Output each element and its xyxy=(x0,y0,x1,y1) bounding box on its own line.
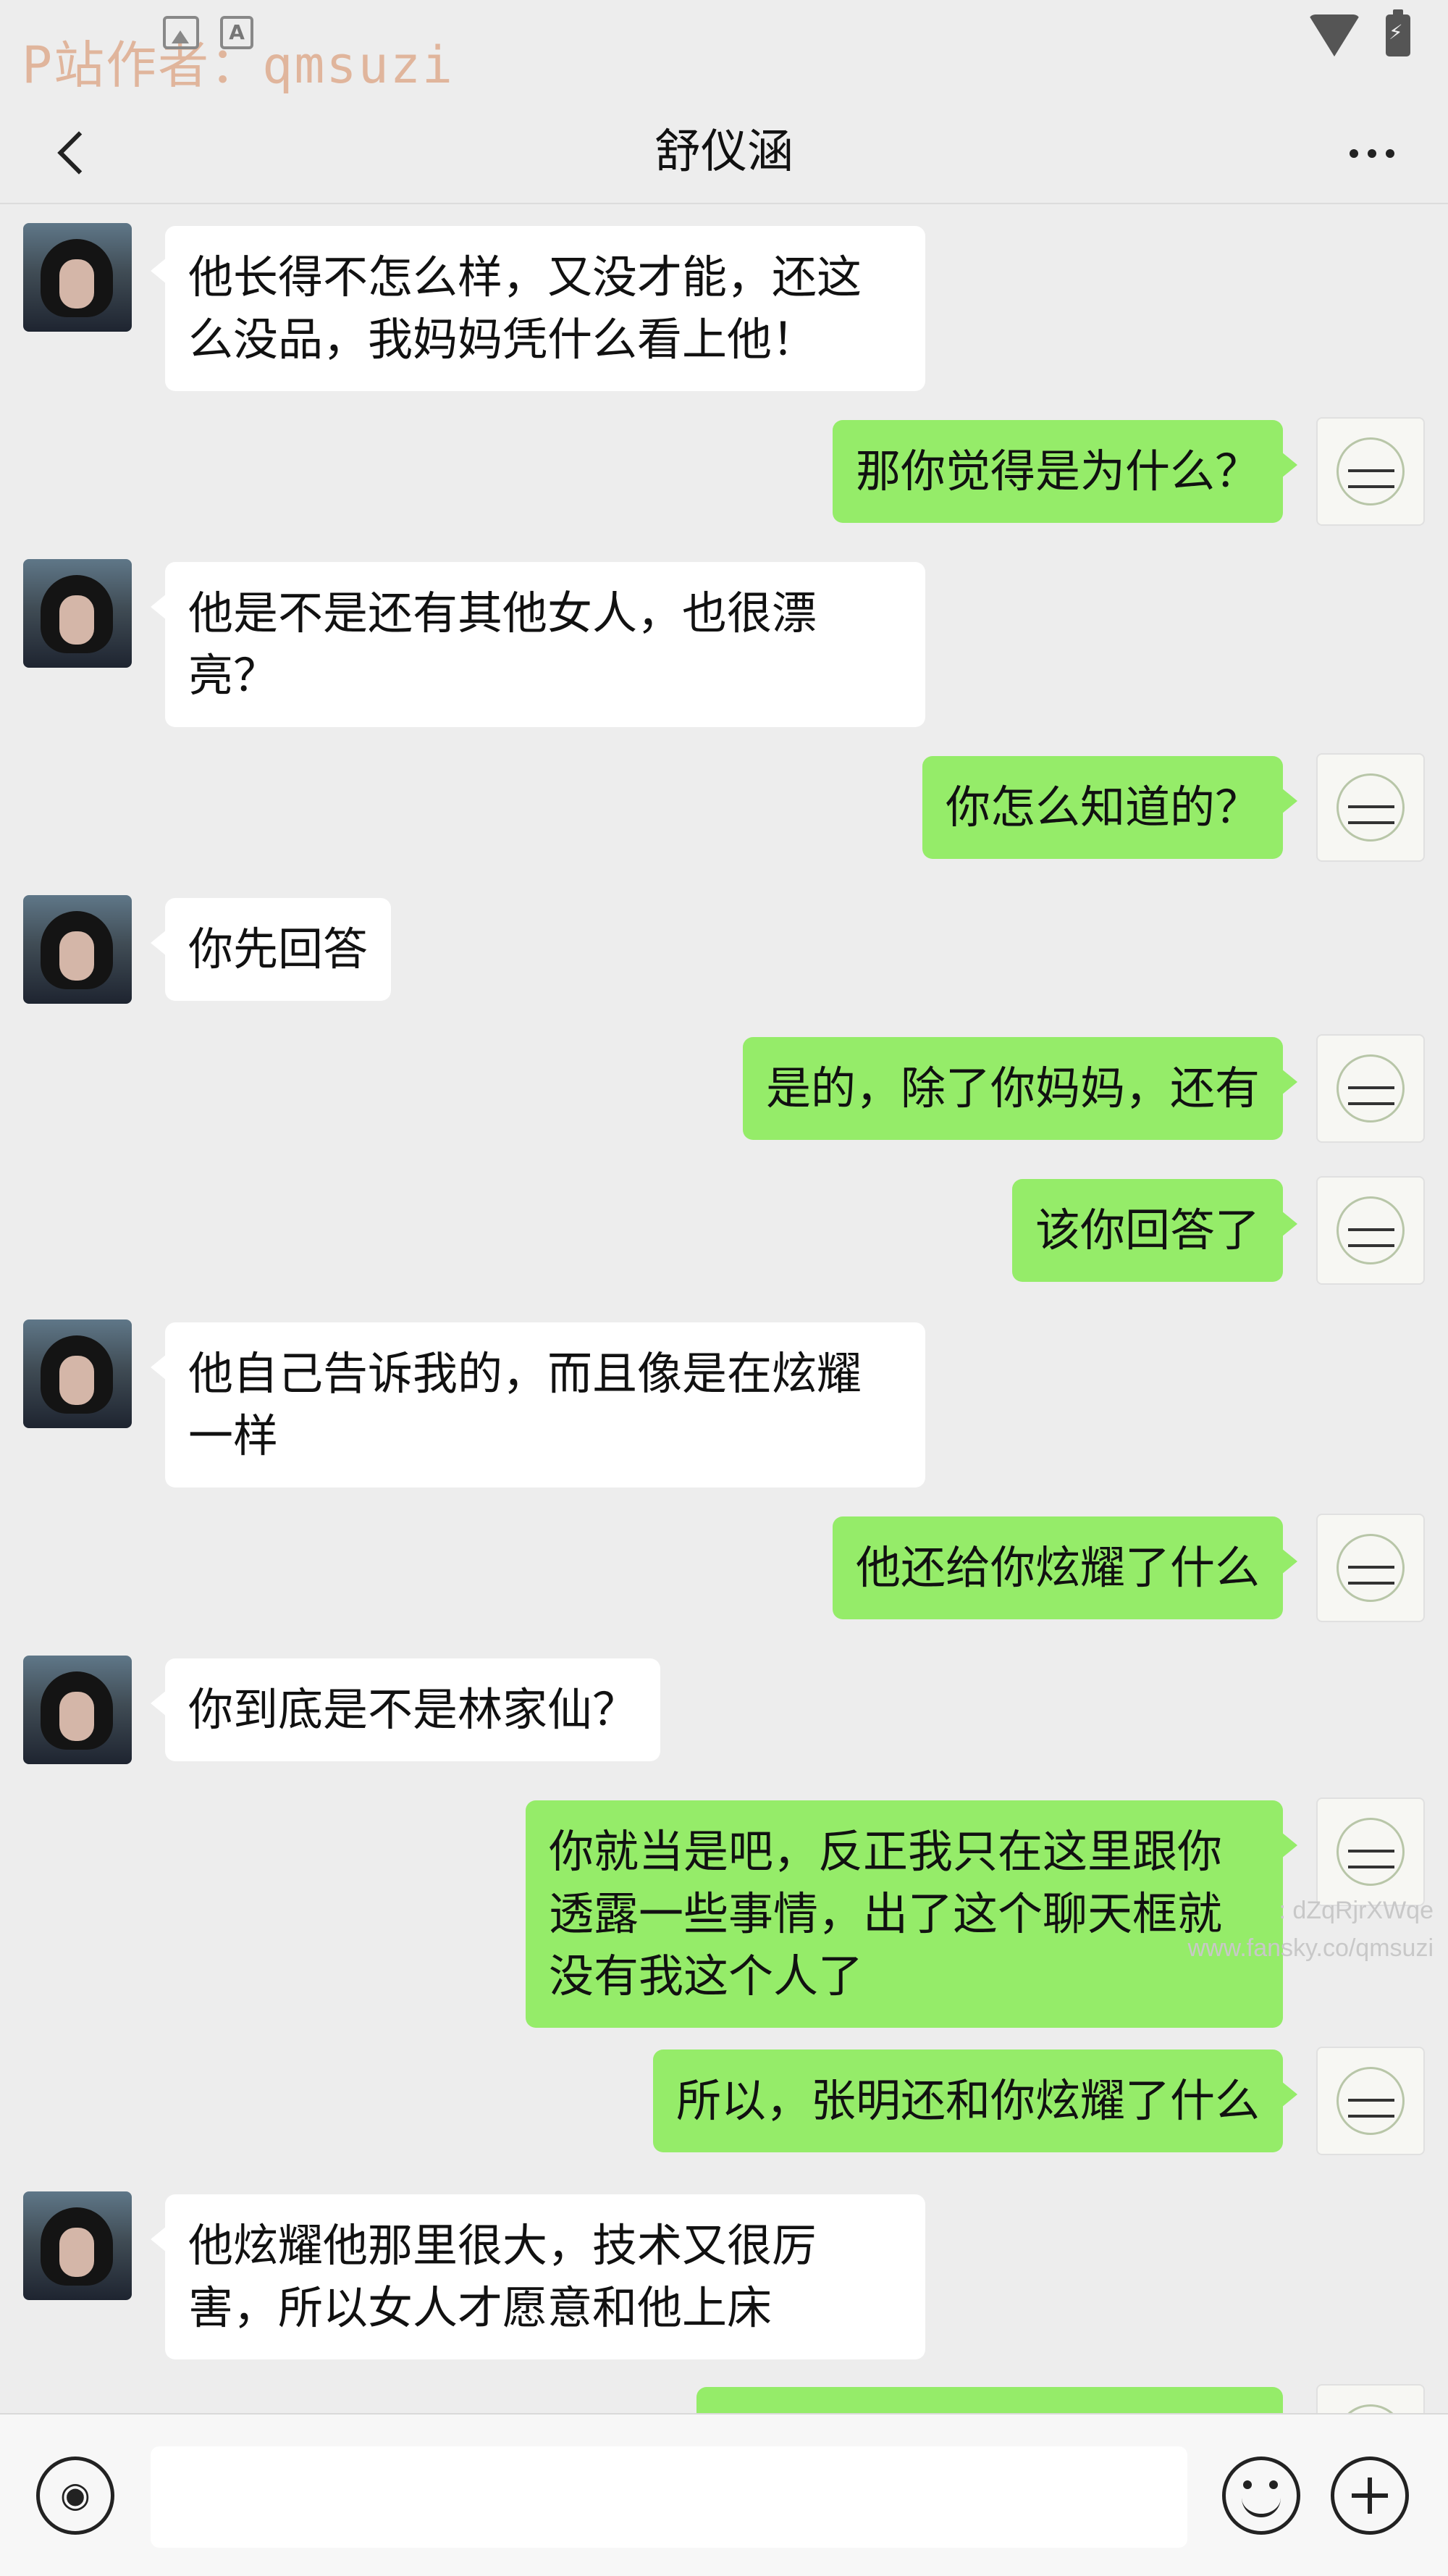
my-avatar[interactable] xyxy=(1316,2384,1425,2413)
my-avatar[interactable] xyxy=(1316,753,1425,862)
battery-charging-icon xyxy=(1386,9,1410,56)
notification-icons: A xyxy=(163,16,254,49)
message-bubble[interactable]: 你到底是不是林家仙？ xyxy=(150,1658,661,1761)
watermark-line: www.fansky.co/qmsuzi xyxy=(1187,1934,1434,1962)
message-input[interactable] xyxy=(151,2446,1187,2548)
chevron-left-icon[interactable] xyxy=(51,116,109,188)
contact-avatar[interactable] xyxy=(23,223,132,332)
message-bubble[interactable]: 他长得不怎么样，又没才能，还这么没品，我妈妈凭什么看上他！ xyxy=(151,226,925,391)
voice-icon[interactable]: ◉ xyxy=(36,2457,114,2535)
my-avatar[interactable] xyxy=(1316,1514,1425,1622)
contact-avatar[interactable] xyxy=(23,1656,132,1764)
system-icons xyxy=(1308,9,1410,56)
message-bubble[interactable]: 该你回答了 xyxy=(1011,1179,1298,1282)
emoji-icon[interactable] xyxy=(1222,2457,1300,2535)
message-bubble[interactable]: 你怎么知道的？ xyxy=(922,756,1298,859)
contact-avatar[interactable] xyxy=(23,2191,132,2300)
more-dots-icon[interactable] xyxy=(1339,130,1405,174)
message-bubble[interactable]: 他是不是还有其他女人，也很漂亮？ xyxy=(151,562,925,727)
message-bubble[interactable] xyxy=(696,2387,1283,2413)
message-bubble[interactable]: 你先回答 xyxy=(150,898,392,1001)
chat-title: 舒仪涵 xyxy=(654,125,794,179)
my-avatar[interactable] xyxy=(1316,1797,1425,1906)
contact-avatar[interactable] xyxy=(23,559,132,668)
message-bubble[interactable]: 那你觉得是为什么？ xyxy=(832,420,1298,523)
message-bubble[interactable]: 是的，除了你妈妈，还有 xyxy=(742,1037,1298,1140)
more-dot xyxy=(1350,149,1358,158)
message-bubble[interactable]: 他炫耀他那里很大，技术又很厉害，所以女人才愿意和他上床 xyxy=(151,2194,925,2359)
overlay-watermark: : dZqRjrXWqe www.fansky.co/qmsuzi xyxy=(1188,1892,1434,1967)
message-bubble[interactable]: 他自己告诉我的，而且像是在炫耀一样 xyxy=(151,1322,925,1488)
my-avatar[interactable] xyxy=(1316,1034,1425,1143)
message-list[interactable]: 他长得不怎么样，又没才能，还这么没品，我妈妈凭什么看上他！ 那你觉得是为什么？ … xyxy=(0,204,1448,2413)
my-avatar[interactable] xyxy=(1316,2047,1425,2155)
wifi-icon xyxy=(1308,14,1360,56)
image-notification-icon xyxy=(163,16,199,49)
message-bubble[interactable]: 他还给你炫耀了什么 xyxy=(832,1516,1298,1619)
contact-avatar[interactable] xyxy=(23,1320,132,1428)
more-dot xyxy=(1386,149,1394,158)
a-notification-icon: A xyxy=(220,16,254,49)
contact-avatar[interactable] xyxy=(23,895,132,1004)
status-bar: P站作者：qmsuzi A xyxy=(0,0,1448,101)
my-avatar[interactable] xyxy=(1316,417,1425,526)
watermark-line: : dZqRjrXWqe xyxy=(1279,1897,1434,1924)
input-bar: ◉ xyxy=(0,2413,1448,2576)
more-dot xyxy=(1368,149,1376,158)
plus-icon[interactable] xyxy=(1331,2457,1409,2535)
my-avatar[interactable] xyxy=(1316,1176,1425,1285)
message-bubble[interactable]: 所以，张明还和你炫耀了什么 xyxy=(652,2050,1298,2152)
message-bubble[interactable]: 你就当是吧，反正我只在这里跟你透露一些事情，出了这个聊天框就没有我这个人了 xyxy=(526,1800,1297,2028)
chat-header: 舒仪涵 xyxy=(0,101,1448,204)
